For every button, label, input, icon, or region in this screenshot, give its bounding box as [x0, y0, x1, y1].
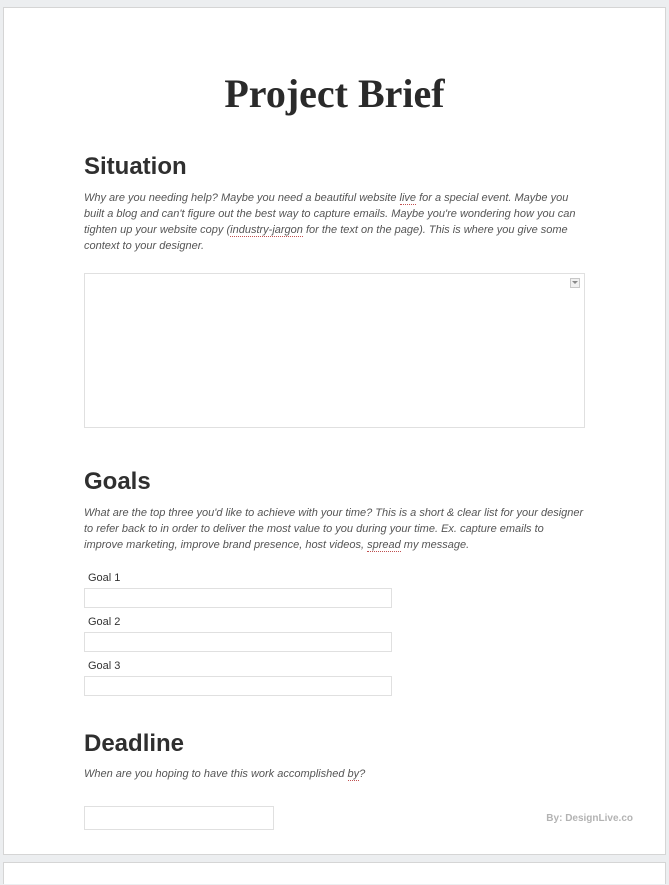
dropdown-handle-icon[interactable] [570, 278, 580, 288]
situation-desc-text: Why are you needing help? Maybe you need… [84, 192, 400, 204]
deadline-desc-text: When are you hoping to have this work ac… [84, 768, 348, 780]
page-title: Project Brief [84, 70, 585, 117]
deadline-heading: Deadline [84, 730, 585, 758]
footer-credit: By: DesignLive.co [546, 813, 633, 824]
goals-description: What are the top three you'd like to ach… [84, 506, 585, 554]
deadline-desc-underlined: by [348, 768, 360, 781]
deadline-desc-text: ? [359, 768, 365, 780]
goal-row: Goal 2 [84, 616, 585, 652]
situation-description: Why are you needing help? Maybe you need… [84, 191, 585, 255]
situation-desc-underlined: live [400, 192, 417, 205]
goal-3-input[interactable] [84, 676, 392, 696]
deadline-input[interactable] [84, 806, 274, 830]
goal-1-input[interactable] [84, 588, 392, 608]
document-page: Project Brief Situation Why are you need… [3, 7, 666, 855]
next-page-peek [3, 862, 666, 884]
goals-desc-underlined: spread [367, 539, 401, 552]
situation-textarea[interactable] [84, 273, 585, 428]
goal-label: Goal 1 [84, 572, 585, 584]
situation-desc-underlined: industry-jargon [230, 224, 303, 237]
goal-row: Goal 3 [84, 660, 585, 696]
situation-section: Situation Why are you needing help? Mayb… [84, 153, 585, 428]
goals-heading: Goals [84, 468, 585, 496]
goal-label: Goal 2 [84, 616, 585, 628]
deadline-section: Deadline When are you hoping to have thi… [84, 730, 585, 830]
goal-2-input[interactable] [84, 632, 392, 652]
goals-desc-text: my message. [401, 539, 469, 551]
goal-label: Goal 3 [84, 660, 585, 672]
deadline-description: When are you hoping to have this work ac… [84, 768, 585, 780]
goals-desc-text: What are the top three you'd like to ach… [84, 507, 583, 551]
situation-heading: Situation [84, 153, 585, 181]
goal-row: Goal 1 [84, 572, 585, 608]
goals-section: Goals What are the top three you'd like … [84, 468, 585, 696]
